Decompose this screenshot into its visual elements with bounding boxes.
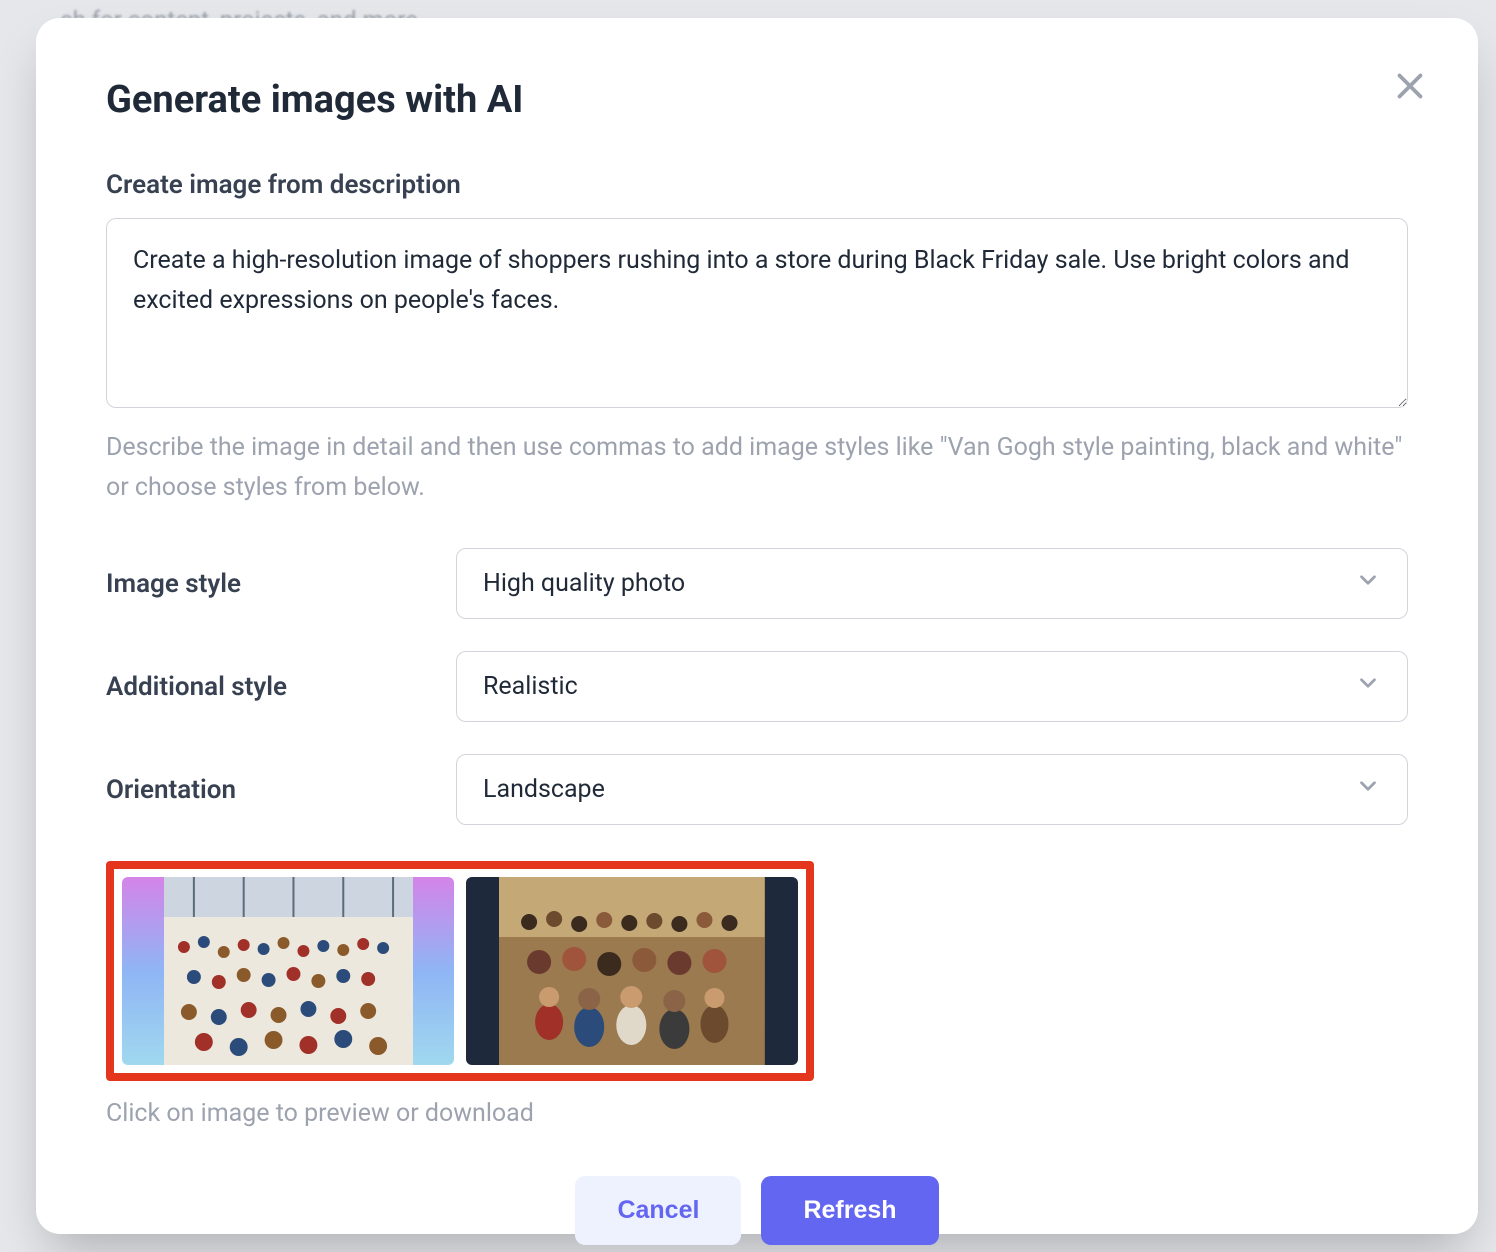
orientation-value: Landscape bbox=[483, 775, 605, 804]
image-style-row: Image style High quality photo bbox=[106, 548, 1408, 619]
description-input[interactable] bbox=[106, 218, 1408, 408]
button-row: Cancel Refresh bbox=[106, 1176, 1408, 1245]
additional-style-select[interactable]: Realistic bbox=[456, 651, 1408, 722]
description-label: Create image from description bbox=[106, 170, 1408, 200]
generated-thumbnails-highlight bbox=[106, 861, 814, 1081]
image-style-select[interactable]: High quality photo bbox=[456, 548, 1408, 619]
generated-image-2[interactable] bbox=[466, 877, 798, 1065]
generate-images-modal: Generate images with AI Create image fro… bbox=[36, 18, 1478, 1234]
refresh-button[interactable]: Refresh bbox=[761, 1176, 938, 1245]
description-helper: Describe the image in detail and then us… bbox=[106, 428, 1408, 508]
image-style-label: Image style bbox=[106, 569, 456, 599]
chevron-down-icon bbox=[1355, 567, 1381, 600]
additional-style-row: Additional style Realistic bbox=[106, 651, 1408, 722]
cancel-button[interactable]: Cancel bbox=[575, 1176, 741, 1245]
close-icon[interactable] bbox=[1392, 68, 1428, 104]
orientation-select[interactable]: Landscape bbox=[456, 754, 1408, 825]
orientation-row: Orientation Landscape bbox=[106, 754, 1408, 825]
additional-style-value: Realistic bbox=[483, 672, 578, 701]
orientation-label: Orientation bbox=[106, 775, 456, 805]
preview-hint: Click on image to preview or download bbox=[106, 1099, 1408, 1128]
modal-title: Generate images with AI bbox=[106, 78, 1408, 122]
chevron-down-icon bbox=[1355, 670, 1381, 703]
additional-style-label: Additional style bbox=[106, 672, 456, 702]
chevron-down-icon bbox=[1355, 773, 1381, 806]
generated-image-1[interactable] bbox=[122, 877, 454, 1065]
image-style-value: High quality photo bbox=[483, 569, 685, 598]
